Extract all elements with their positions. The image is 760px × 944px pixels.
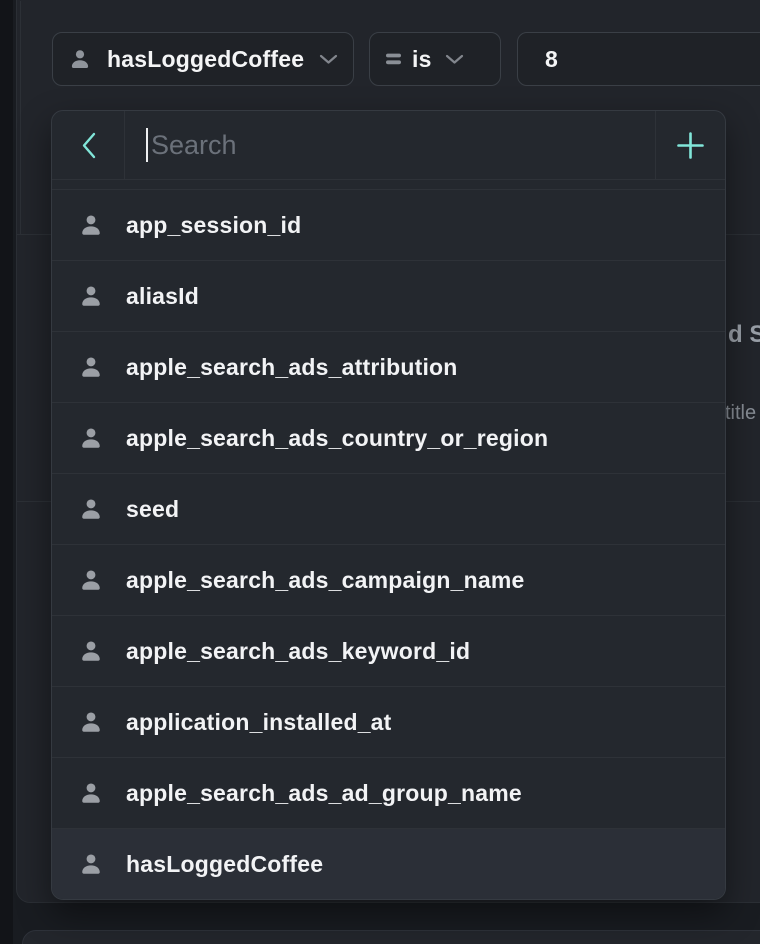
left-gutter (0, 0, 13, 944)
background-card-bottom (22, 930, 760, 944)
person-icon (78, 709, 104, 735)
person-icon (78, 425, 104, 451)
person-icon (78, 851, 104, 877)
property-list-item[interactable]: application_installed_at (52, 686, 725, 757)
person-icon (78, 496, 104, 522)
property-list-item[interactable]: apple_search_ads_attribution (52, 331, 725, 402)
property-list-item[interactable]: apple_search_ads_country_or_region (52, 402, 725, 473)
property-list-item-label: apple_search_ads_ad_group_name (126, 780, 522, 807)
property-list-item-label: application_installed_at (126, 709, 392, 736)
search-input[interactable] (125, 111, 655, 179)
property-dropdown: app_session_id aliasId apple_search_ads_at… (51, 110, 726, 900)
property-list-item-label: apple_search_ads_attribution (126, 354, 458, 381)
property-list-item[interactable]: apple_search_ads_keyword_id (52, 615, 725, 686)
chevron-left-icon (81, 132, 96, 159)
property-list-item-label: apple_search_ads_country_or_region (126, 425, 548, 452)
person-icon (78, 638, 104, 664)
property-list-item[interactable]: apple_search_ads_ad_group_name (52, 757, 725, 828)
text-cursor (146, 128, 148, 162)
property-filter-pill[interactable]: hasLoggedCoffee (52, 32, 354, 86)
person-icon (68, 47, 92, 71)
search-box (125, 111, 655, 179)
property-list: app_session_id aliasId apple_search_ads_at… (52, 180, 725, 899)
value-input-pill[interactable]: 8 (517, 32, 760, 86)
person-icon (78, 283, 104, 309)
property-list-item-label: hasLoggedCoffee (126, 851, 323, 878)
background-text-fragment: d S (728, 321, 760, 349)
value-pill-text: 8 (545, 46, 558, 73)
property-list-item[interactable]: seed (52, 473, 725, 544)
person-icon (78, 780, 104, 806)
property-list-item-label: apple_search_ads_campaign_name (126, 567, 524, 594)
person-icon (78, 354, 104, 380)
equals-icon (386, 52, 401, 66)
property-list-item[interactable]: apple_search_ads_campaign_name (52, 544, 725, 615)
property-list-item[interactable]: app_session_id (52, 189, 725, 260)
background-vertical-divider (20, 1, 21, 234)
person-icon (78, 212, 104, 238)
property-list-item-label: app_session_id (126, 212, 301, 239)
property-pill-label: hasLoggedCoffee (107, 46, 304, 73)
property-list-item[interactable]: hasLoggedCoffee (52, 828, 725, 899)
screen: d S title hasLoggedCoffee is 8 (0, 0, 760, 944)
plus-icon (677, 131, 704, 160)
chevron-down-icon (445, 54, 464, 65)
background-text-fragment: title (725, 402, 756, 425)
property-list-item-label: aliasId (126, 283, 199, 310)
person-icon (78, 567, 104, 593)
property-list-item-label: seed (126, 496, 179, 523)
property-list-item[interactable]: aliasId (52, 260, 725, 331)
operator-pill[interactable]: is (369, 32, 501, 86)
operator-pill-label: is (412, 46, 432, 73)
add-property-button[interactable] (655, 111, 725, 179)
property-list-item-label: apple_search_ads_keyword_id (126, 638, 470, 665)
back-button[interactable] (52, 111, 125, 179)
chevron-down-icon (319, 54, 338, 65)
dropdown-search-row (52, 111, 725, 180)
